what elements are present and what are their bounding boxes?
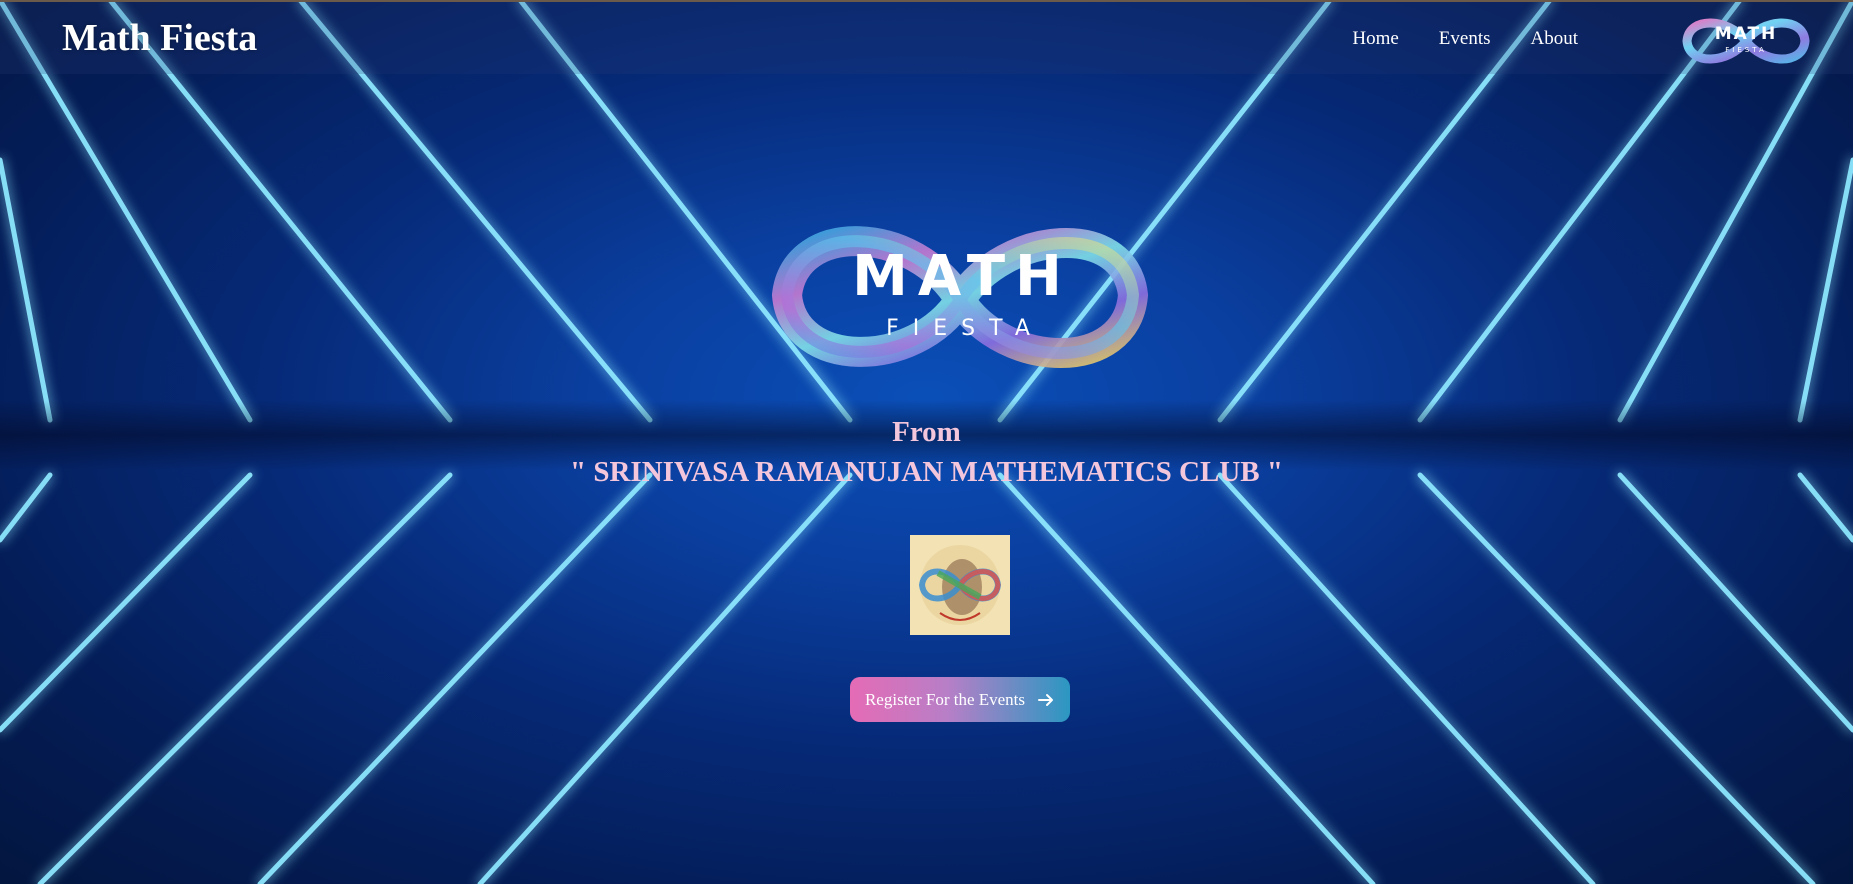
math-fiesta-logo-icon[interactable]: MATH FIESTA — [1677, 10, 1815, 72]
club-name: " SRINIVASA RAMANUJAN MATHEMATICS CLUB " — [570, 456, 1283, 488]
math-fiesta-hero-logo-icon: MATH FIESTA — [771, 226, 1149, 368]
register-button[interactable]: Register For the Events — [850, 677, 1070, 722]
nav-link-about[interactable]: About — [1531, 28, 1579, 50]
from-label: From — [892, 416, 961, 448]
navbar: Math Fiesta Home Events About MATH FIEST… — [0, 0, 1853, 74]
svg-text:MATH: MATH — [1715, 24, 1778, 44]
nav-link-home[interactable]: Home — [1352, 28, 1398, 50]
hero-logo-word: MATH — [852, 244, 1072, 309]
ramanujan-club-emblem-icon — [910, 535, 1010, 635]
svg-text:FIESTA: FIESTA — [1725, 46, 1766, 54]
arrow-right-icon — [1038, 693, 1054, 706]
brand-title[interactable]: Math Fiesta — [62, 16, 257, 60]
nav-link-events[interactable]: Events — [1439, 28, 1491, 50]
page: Math Fiesta Home Events About MATH FIEST… — [0, 0, 1853, 884]
register-button-label: Register For the Events — [864, 689, 1026, 709]
hero-logo-sub: FIESTA — [886, 316, 1044, 341]
nav-links: Home Events About — [1352, 28, 1578, 50]
